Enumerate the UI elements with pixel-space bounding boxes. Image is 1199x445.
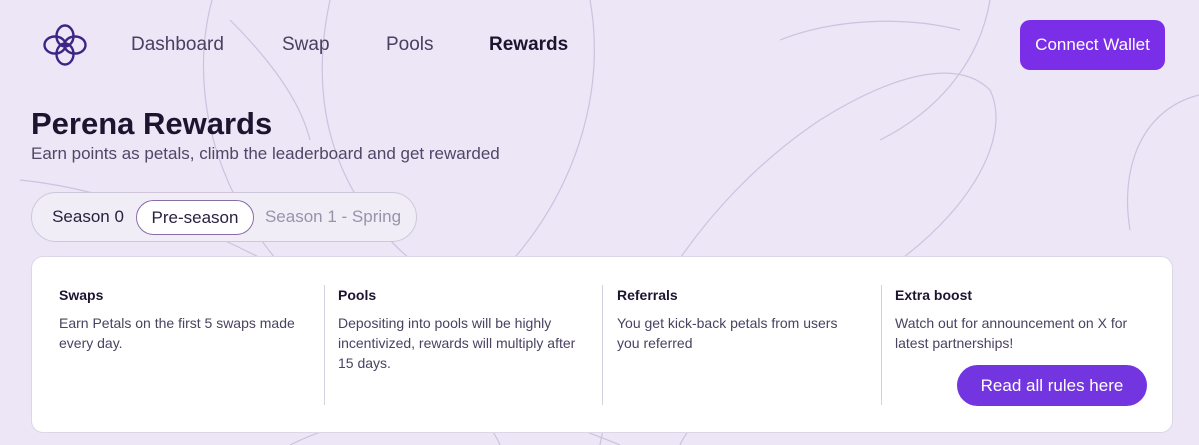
nav-item-swap[interactable]: Swap	[282, 34, 330, 56]
rules-column-text: Depositing into pools will be highly inc…	[338, 315, 576, 371]
rules-column-pools: Pools Depositing into pools will be high…	[338, 257, 593, 434]
rules-card: Swaps Earn Petals on the first 5 swaps m…	[31, 256, 1173, 433]
tab-season-0[interactable]: Season 0	[40, 200, 136, 235]
column-divider	[602, 285, 603, 405]
column-divider	[324, 285, 325, 405]
tab-season-1-spring[interactable]: Season 1 - Spring	[258, 200, 408, 235]
rules-column-title: Extra boost	[895, 287, 973, 303]
rules-column-text: You get kick-back petals from users you …	[617, 315, 838, 351]
nav-item-pools[interactable]: Pools	[386, 34, 434, 56]
nav-item-dashboard[interactable]: Dashboard	[131, 34, 224, 56]
rules-column-swaps: Swaps Earn Petals on the first 5 swaps m…	[59, 257, 309, 434]
nav-item-rewards[interactable]: Rewards	[489, 34, 568, 56]
rules-column-title: Referrals	[617, 287, 678, 303]
read-rules-button[interactable]: Read all rules here	[957, 365, 1147, 406]
tab-pre-season[interactable]: Pre-season	[136, 200, 254, 235]
connect-wallet-button[interactable]: Connect Wallet	[1020, 20, 1165, 70]
rules-column-text: Watch out for announcement on X for late…	[895, 315, 1128, 351]
rules-column-title: Swaps	[59, 287, 104, 303]
season-tabs: Season 0 Pre-season Season 1 - Spring	[31, 192, 417, 242]
rules-column-extra-boost: Extra boost Watch out for announcement o…	[895, 257, 1155, 434]
rules-column-referrals: Referrals You get kick-back petals from …	[617, 257, 867, 434]
page-title: Perena Rewards	[31, 106, 273, 141]
flower-logo-icon[interactable]	[42, 23, 88, 67]
page-subtitle: Earn points as petals, climb the leaderb…	[31, 144, 500, 163]
rules-column-title: Pools	[338, 287, 377, 303]
column-divider	[881, 285, 882, 405]
rules-column-text: Earn Petals on the first 5 swaps made ev…	[59, 315, 295, 351]
